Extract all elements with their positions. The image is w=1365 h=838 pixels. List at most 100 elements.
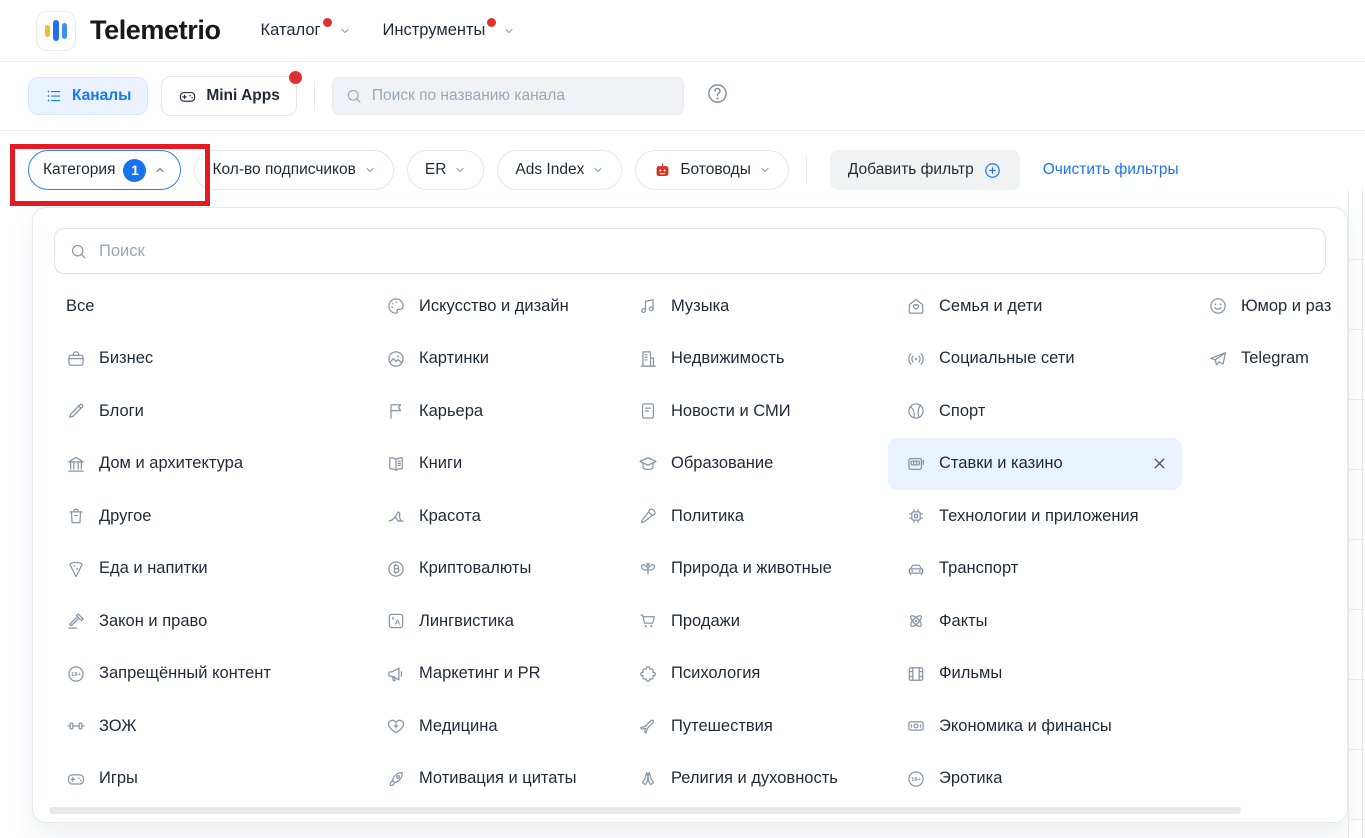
category-item-социальные-сети[interactable]: Социальные сети xyxy=(906,333,1208,386)
category-item-фильмы[interactable]: Фильмы xyxy=(906,648,1208,701)
category-item-мотивация-и-цитаты[interactable]: Мотивация и цитаты xyxy=(386,753,638,806)
category-item-новости-и-сми[interactable]: Новости и СМИ xyxy=(638,385,906,438)
image-icon xyxy=(386,349,406,369)
channels-tab[interactable]: Каналы xyxy=(28,77,148,115)
category-item-спорт[interactable]: Спорт xyxy=(906,385,1208,438)
category-item-запрещённый-контент[interactable]: Запрещённый контент xyxy=(66,648,386,701)
nav-item-label: Каталог xyxy=(261,21,321,40)
category-item-эротика[interactable]: Эротика xyxy=(906,753,1208,806)
homeheart-icon xyxy=(906,296,926,316)
category-item-label: Транспорт xyxy=(939,559,1018,578)
category-item-все[interactable]: Все xyxy=(66,280,386,333)
flag-icon xyxy=(386,401,406,421)
category-item-карьера[interactable]: Карьера xyxy=(386,385,638,438)
logo-bar-blue xyxy=(53,20,59,41)
nav-item-инструменты[interactable]: Инструменты xyxy=(383,21,516,40)
category-item-путешествия[interactable]: Путешествия xyxy=(638,700,906,753)
category-item-label: Путешествия xyxy=(671,717,773,736)
category-item-природа-и-животные[interactable]: Природа и животные xyxy=(638,543,906,596)
category-item-закон-и-право[interactable]: Закон и право xyxy=(66,595,386,648)
category-dropdown-panel: ВсеБизнесБлогиДом и архитектураДругоеЕда… xyxy=(32,207,1348,823)
gamepad-icon xyxy=(178,87,197,106)
building-icon xyxy=(638,349,658,369)
notification-dot xyxy=(289,71,302,84)
category-item-label: Юмор и раз xyxy=(1241,297,1331,316)
category-item-искусство-и-дизайн[interactable]: Искусство и дизайн xyxy=(386,280,638,333)
category-item-экономика-и-финансы[interactable]: Экономика и финансы xyxy=(906,700,1208,753)
category-filter-button[interactable]: Категория 1 xyxy=(28,150,181,190)
puzzle-icon xyxy=(638,664,658,684)
filter-pill-er[interactable]: ER xyxy=(407,150,485,190)
category-item-игры[interactable]: Игры xyxy=(66,753,386,806)
category-item-label: Искусство и дизайн xyxy=(419,297,569,316)
channel-search-input[interactable] xyxy=(372,87,671,105)
category-item-зож[interactable]: ЗОЖ xyxy=(66,700,386,753)
category-item-музыка[interactable]: Музыка xyxy=(638,280,906,333)
filter-pills: Кол-во подписчиков ER Ads Index Ботоводы xyxy=(194,150,788,190)
filter-pill-кол-во-подписчиков[interactable]: Кол-во подписчиков xyxy=(194,150,393,190)
category-search-input[interactable] xyxy=(99,242,1311,261)
clear-filters-link[interactable]: Очистить фильтры xyxy=(1043,161,1179,179)
category-item-label: Фильмы xyxy=(939,664,1002,683)
bank-icon xyxy=(66,454,86,474)
category-item-другое[interactable]: Другое xyxy=(66,490,386,543)
category-item-label: Религия и духовность xyxy=(671,769,838,788)
category-item-label: Ставки и казино xyxy=(939,454,1063,473)
category-item-маркетинг-и-pr[interactable]: Маркетинг и PR xyxy=(386,648,638,701)
category-item-транспорт[interactable]: Транспорт xyxy=(906,543,1208,596)
category-item-label: Криптовалюты xyxy=(419,559,531,578)
category-item-ставки-и-казино[interactable]: Ставки и казино xyxy=(888,438,1182,491)
megaphone-icon xyxy=(386,664,406,684)
category-item-религия-и-духовность[interactable]: Религия и духовность xyxy=(638,753,906,806)
category-item-бизнес[interactable]: Бизнес xyxy=(66,333,386,386)
filter-pill-label: Ботоводы xyxy=(680,161,751,179)
category-item-недвижимость[interactable]: Недвижимость xyxy=(638,333,906,386)
category-item-label: Книги xyxy=(419,454,462,473)
category-item-telegram[interactable]: Telegram xyxy=(1208,333,1347,386)
category-item-label: Социальные сети xyxy=(939,349,1075,368)
category-item-label: Запрещённый контент xyxy=(99,664,271,683)
category-item-технологии-и-приложения[interactable]: Технологии и приложения xyxy=(906,490,1208,543)
category-item-блоги[interactable]: Блоги xyxy=(66,385,386,438)
category-item-label: Карьера xyxy=(419,402,483,421)
search-icon xyxy=(345,87,363,105)
bitcoin-icon xyxy=(386,559,406,579)
add-filter-button[interactable]: Добавить фильтр xyxy=(830,150,1020,190)
chevron-down-icon xyxy=(592,164,604,176)
category-filter-label: Категория xyxy=(43,161,115,179)
top-header: Telemetrio Каталог Инструменты xyxy=(0,0,1365,62)
cart-icon xyxy=(638,611,658,631)
horizontal-scrollbar-thumb[interactable] xyxy=(49,807,1241,814)
nav-item-каталог[interactable]: Каталог xyxy=(261,21,351,40)
telemetrio-app: Telemetrio Каталог Инструменты Каналы Min… xyxy=(0,0,1365,838)
mini-apps-tab-label: Mini Apps xyxy=(206,87,279,105)
category-item-криптовалюты[interactable]: Криптовалюты xyxy=(386,543,638,596)
category-item-семья-и-дети[interactable]: Семья и дети xyxy=(906,280,1208,333)
category-item-образование[interactable]: Образование xyxy=(638,438,906,491)
category-item-еда-и-напитки[interactable]: Еда и напитки xyxy=(66,543,386,596)
chevron-down-icon xyxy=(364,164,376,176)
category-item-психология[interactable]: Психология xyxy=(638,648,906,701)
basketball-icon xyxy=(906,401,926,421)
telemetrio-logo[interactable]: Telemetrio xyxy=(36,11,221,51)
category-item-лингвистика[interactable]: Лингвистика xyxy=(386,595,638,648)
category-item-дом-и-архитектура[interactable]: Дом и архитектура xyxy=(66,438,386,491)
filter-pill-ботоводы[interactable]: Ботоводы xyxy=(635,150,789,190)
category-item-label: Маркетинг и PR xyxy=(419,664,541,683)
category-item-медицина[interactable]: Медицина xyxy=(386,700,638,753)
category-item-продажи[interactable]: Продажи xyxy=(638,595,906,648)
robot-icon xyxy=(653,161,672,180)
remove-category-icon[interactable] xyxy=(1151,455,1168,472)
category-item-факты[interactable]: Факты xyxy=(906,595,1208,648)
category-item-label: Факты xyxy=(939,612,988,631)
category-item-книги[interactable]: Книги xyxy=(386,438,638,491)
category-item-юмор-и-раз[interactable]: Юмор и раз xyxy=(1208,280,1347,333)
help-icon[interactable] xyxy=(706,82,729,110)
palette-icon xyxy=(386,296,406,316)
category-item-политика[interactable]: Политика xyxy=(638,490,906,543)
category-item-картинки[interactable]: Картинки xyxy=(386,333,638,386)
filter-pill-ads-index[interactable]: Ads Index xyxy=(497,150,622,190)
category-item-label: Эротика xyxy=(939,769,1002,788)
mini-apps-tab[interactable]: Mini Apps xyxy=(161,76,296,116)
category-item-красота[interactable]: Красота xyxy=(386,490,638,543)
